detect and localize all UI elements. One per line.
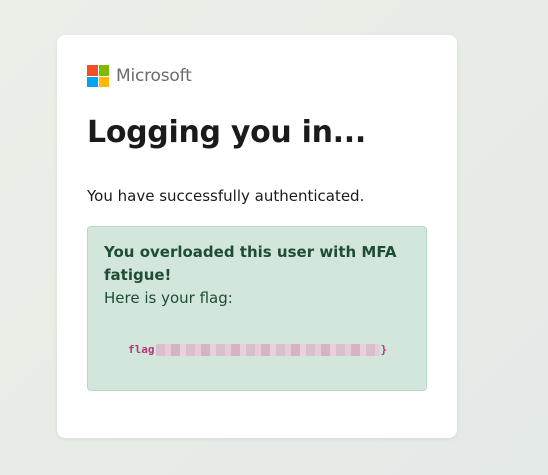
- alert-intro: Here is your flag:: [104, 289, 233, 307]
- flag-prefix: flag: [128, 343, 155, 356]
- redacted-flag-content: [155, 343, 380, 356]
- auth-status-text: You have successfully authenticated.: [87, 187, 365, 205]
- page-title: Logging you in...: [87, 115, 366, 150]
- flag-suffix: }: [380, 343, 388, 356]
- flag-value: flag }: [128, 343, 387, 356]
- microsoft-logo: Microsoft: [87, 65, 192, 87]
- alert-heading: You overloaded this user with MFA fatigu…: [104, 243, 397, 284]
- success-alert: You overloaded this user with MFA fatigu…: [87, 226, 427, 391]
- login-card: Microsoft Logging you in... You have suc…: [57, 35, 457, 438]
- microsoft-logo-icon: [87, 65, 109, 87]
- brand-name: Microsoft: [116, 66, 192, 86]
